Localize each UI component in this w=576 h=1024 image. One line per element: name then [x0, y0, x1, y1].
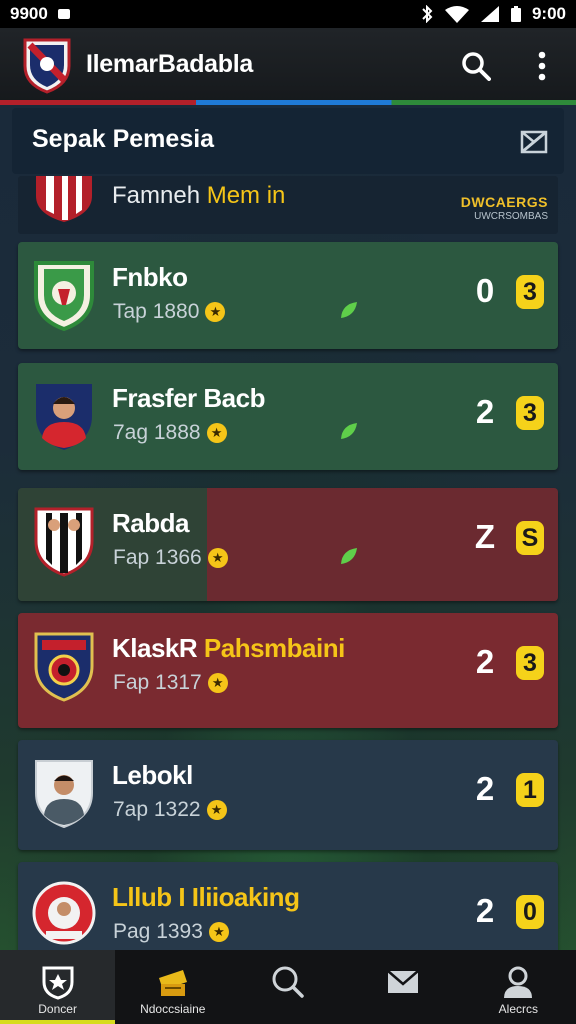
- mail-icon: [387, 970, 419, 993]
- team-rank-badge: S: [516, 521, 544, 555]
- team-crest-icon: [32, 881, 96, 945]
- coin-icon: ★: [206, 800, 227, 820]
- search-button[interactable]: [456, 46, 496, 86]
- leaf-icon: [341, 423, 357, 439]
- status-time-right: 9:00: [531, 4, 566, 23]
- more-vertical-icon: [538, 51, 546, 81]
- status-bar: 9900 9:00: [0, 0, 576, 28]
- team-score: 2: [475, 393, 495, 430]
- team-meta: Pag 1393 ★: [113, 920, 229, 944]
- nav-item-search[interactable]: [230, 950, 345, 1024]
- team-rank-badge: 1: [516, 773, 544, 807]
- team-meta: 7ag 1888 ★: [113, 421, 227, 445]
- team-score: 2: [475, 643, 495, 680]
- nav-item-home[interactable]: Doncer: [0, 950, 116, 1024]
- signal-icon: [480, 6, 499, 22]
- section-header: Sepak Pemesia: [12, 108, 564, 174]
- overflow-menu-button[interactable]: [522, 46, 562, 86]
- tricolor-stripe: [0, 100, 576, 105]
- player-avatar-icon: [35, 760, 93, 829]
- wifi-icon: [444, 6, 469, 23]
- team-crest-icon: [34, 507, 94, 577]
- app-title: IlemarBadabla: [86, 50, 254, 78]
- battery-icon: [510, 6, 521, 22]
- collapse-icon[interactable]: [516, 124, 552, 160]
- nav-item-messages[interactable]: [346, 950, 461, 1024]
- featured-name: Famneh Mem in: [112, 182, 285, 210]
- nav-label: Ndoccsiaine: [140, 1002, 206, 1016]
- leaf-icon: [341, 548, 357, 564]
- featured-code-secondary: UWCRSOMBAS: [474, 211, 548, 222]
- app-bar: IlemarBadabla: [0, 28, 576, 102]
- featured-row[interactable]: Famneh Mem in DWCAERGS UWCRSOMBAS: [18, 176, 558, 234]
- bottom-nav: Doncer Ndoccsiaine Alecrcs: [0, 950, 576, 1024]
- featured-code-primary: DWCAERGS: [460, 194, 548, 210]
- coin-icon: ★: [208, 922, 229, 942]
- featured-code: DWCAERGS UWCRSOMBAS: [461, 194, 548, 222]
- search-icon: [462, 52, 491, 81]
- nav-item-tickets[interactable]: Ndoccsiaine: [115, 950, 230, 1024]
- featured-name-prefix: Famneh: [112, 182, 207, 209]
- section-title: Sepak Pemesia: [32, 125, 215, 153]
- nav-label: Doncer: [38, 1002, 77, 1016]
- notification-icon: [57, 9, 70, 19]
- coin-icon: ★: [207, 673, 228, 693]
- team-card[interactable]: KlaskR Pahsmbaini Fap 1317 ★ 2 3: [18, 613, 558, 728]
- player-avatar-icon: [36, 384, 92, 450]
- team-name: KlaskR Pahsmbaini: [112, 633, 345, 663]
- team-card[interactable]: Lllub I Iliioaking Pag 1393 ★ 2 0: [18, 862, 558, 962]
- bluetooth-icon: [422, 5, 433, 23]
- team-meta: Fap 1366 ★: [113, 546, 228, 570]
- nav-item-profile[interactable]: Alecrcs: [461, 950, 576, 1024]
- coin-icon: ★: [205, 302, 226, 322]
- team-meta: 7ap 1322 ★: [113, 798, 227, 822]
- team-score: 0: [475, 272, 495, 309]
- team-crest-icon: [36, 176, 92, 222]
- search-icon: [272, 966, 304, 998]
- team-crest-icon: [34, 261, 94, 331]
- status-time-left: 9900: [10, 4, 48, 23]
- team-score: 2: [475, 770, 495, 807]
- coin-icon: ★: [206, 423, 227, 443]
- ticket-icon: [158, 970, 187, 996]
- team-rank-badge: 0: [516, 895, 544, 929]
- team-score: 2: [475, 892, 495, 929]
- team-card[interactable]: Lebokl 7ap 1322 ★ 2 1: [18, 740, 558, 850]
- team-card[interactable]: Frasfer Bacb 7ag 1888 ★ 2 3: [18, 363, 558, 470]
- team-rank-badge: 3: [516, 275, 544, 309]
- app-logo-crest-icon[interactable]: [22, 36, 72, 94]
- team-name: Fnbko: [112, 262, 188, 292]
- team-card[interactable]: Rabda Fap 1366 ★ Z S: [18, 488, 558, 601]
- profile-icon: [504, 966, 533, 998]
- team-name: Lebokl: [112, 760, 193, 790]
- team-card[interactable]: Fnbko Tap 1880 ★ 0 3: [18, 242, 558, 349]
- team-name: Lllub I Iliioaking: [112, 882, 300, 912]
- featured-name-highlight: Mem in: [206, 182, 286, 209]
- team-name: Rabda: [112, 508, 189, 538]
- shield-icon: [42, 966, 74, 1000]
- nav-label: Alecrcs: [498, 1002, 539, 1016]
- team-meta: Tap 1880 ★: [113, 300, 226, 324]
- leaf-icon: [341, 302, 357, 318]
- coin-icon: ★: [207, 548, 228, 568]
- team-rank-badge: 3: [516, 396, 544, 430]
- team-rank-badge: 3: [516, 646, 544, 680]
- team-crest-icon: [34, 632, 94, 702]
- team-score: Z: [474, 518, 496, 555]
- team-meta: Fap 1317 ★: [113, 671, 228, 695]
- team-name: Frasfer Bacb: [112, 383, 265, 413]
